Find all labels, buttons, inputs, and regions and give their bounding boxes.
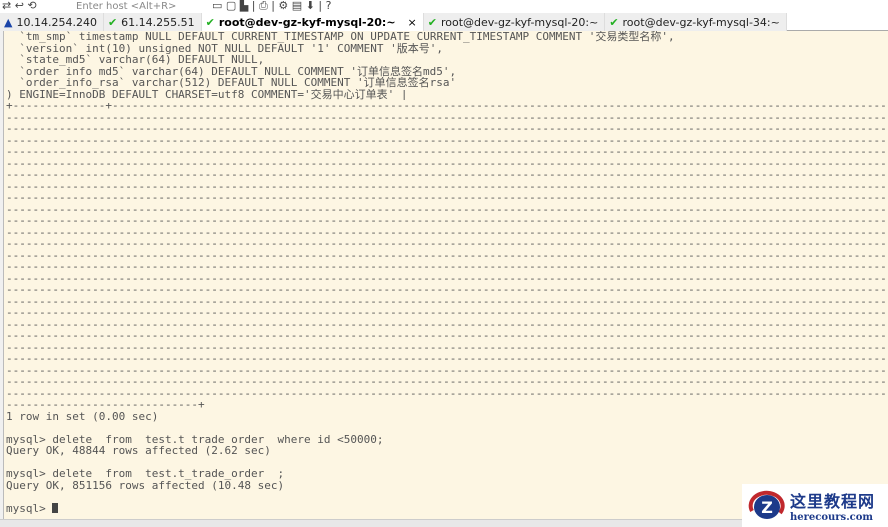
table-border-line: ----------------------------------------… (6, 272, 888, 284)
result-line: 1 row in set (0.00 sec) (6, 410, 159, 422)
terminal-line: +--------------+------------------------… (6, 100, 888, 112)
table-border-line: ----------------------------------------… (6, 111, 888, 123)
tab-session[interactable]: ▲ 10.14.254.240 (0, 13, 104, 31)
table-border-line: ----------------------------------------… (6, 192, 888, 204)
command-line: mysql> delete from test.t_trade_order wh… (6, 433, 384, 445)
table-border-line: -----------------------------+ (6, 399, 205, 411)
terminal-line: `tm_smp` timestamp NULL DEFAULT CURRENT_… (6, 31, 675, 43)
close-tab-icon[interactable]: × (408, 16, 417, 29)
table-border-line: ----------------------------------------… (6, 307, 888, 319)
tab-label: 61.14.255.51 (121, 15, 195, 29)
mysql-prompt: mysql> (6, 502, 53, 514)
table-border-line: ----------------------------------------… (6, 261, 888, 273)
table-border-line: ----------------------------------------… (6, 134, 888, 146)
logo-z-icon: Z (748, 490, 785, 519)
terminal-line: `order_info_md5` varchar(64) DEFAULT NUL… (6, 65, 457, 77)
tab-label: root@dev-gz-kyf-mysql-34:~ (622, 15, 780, 29)
check-icon: ✔ (205, 15, 215, 29)
tab-session[interactable]: ✔ root@dev-gz-kyf-mysql-34:~ (605, 13, 787, 31)
check-icon: ✔ (427, 15, 437, 29)
back-icon[interactable]: ⇄ ↩ ⟲ (2, 0, 37, 12)
command-line: mysql> delete from test.t_trade_order ; (6, 468, 285, 480)
table-border-line: ----------------------------------------… (6, 238, 888, 250)
output-line: Query OK, 48844 rows affected (2.62 sec) (6, 445, 271, 457)
terminal-line: ) ENGINE=InnoDB DEFAULT CHARSET=utf8 COM… (6, 88, 408, 100)
check-icon: ✔ (609, 15, 619, 29)
warning-icon: ▲ (4, 15, 13, 29)
table-border-line: ----------------------------------------… (6, 330, 888, 342)
tab-label: root@dev-gz-kyf-mysql-20:~ (440, 15, 599, 29)
table-border-line: ----------------------------------------… (6, 318, 888, 330)
terminal-line: `order_info_rsa` varchar(512) DEFAULT NU… (6, 77, 457, 89)
terminal-line: `version` int(10) unsigned NOT NULL DEFA… (6, 42, 443, 54)
table-border-line: ----------------------------------------… (6, 364, 888, 376)
table-border-line: ----------------------------------------… (6, 215, 888, 227)
table-border-line: ----------------------------------------… (6, 387, 888, 399)
toolbar-icons[interactable]: ▭ ▢ ▙ | ⎙ | ⚙ ▤ ⬇ | ? (212, 0, 331, 12)
tab-session[interactable]: ✔ root@dev-gz-kyf-mysql-20:~ × (201, 13, 424, 31)
table-border-line: ----------------------------------------… (6, 249, 888, 261)
table-border-line: ----------------------------------------… (6, 169, 888, 181)
tab-label: root@dev-gz-kyf-mysql-20:~ (218, 15, 396, 29)
watermark-logo: Z 这里教程网 herecours.com (742, 484, 888, 527)
watermark-cn: 这里教程网 (790, 492, 876, 511)
cursor (52, 502, 59, 513)
host-input[interactable]: Enter host <Alt+R> (76, 0, 176, 13)
terminal-line: `state_md5` varchar(64) DEFAULT NULL, (6, 54, 265, 66)
watermark-en: herecours.com (790, 512, 874, 523)
table-border-line: ----------------------------------------… (6, 226, 888, 238)
tab-session[interactable]: ✔ root@dev-gz-kyf-mysql-20:~ (423, 13, 606, 31)
tab-label: 10.14.254.240 (16, 15, 97, 29)
table-border-line: ----------------------------------------… (6, 146, 888, 158)
table-border-line: ----------------------------------------… (6, 123, 888, 135)
table-border-line: ----------------------------------------… (6, 180, 888, 192)
svg-text:Z: Z (761, 498, 773, 517)
session-tabs: ▲ 10.14.254.240 ✔ 61.14.255.51 ✔ root@dev-gz-… (0, 13, 888, 31)
tab-session[interactable]: ✔ 61.14.255.51 (103, 13, 202, 31)
table-border-line: ----------------------------------------… (6, 203, 888, 215)
table-border-line: ----------------------------------------… (6, 376, 888, 388)
table-border-line: ----------------------------------------… (6, 295, 888, 307)
toolbar: ⇄ ↩ ⟲ Enter host <Alt+R> ▭ ▢ ▙ | ⎙ | ⚙ ▤… (0, 0, 888, 13)
table-border-line: ----------------------------------------… (6, 341, 888, 353)
table-border-line: ----------------------------------------… (6, 157, 888, 169)
check-icon: ✔ (107, 15, 118, 29)
table-border-line: ----------------------------------------… (6, 353, 888, 365)
terminal[interactable]: `tm_smp` timestamp NULL DEFAULT CURRENT_… (3, 31, 888, 519)
table-border-line: ----------------------------------------… (6, 284, 888, 296)
